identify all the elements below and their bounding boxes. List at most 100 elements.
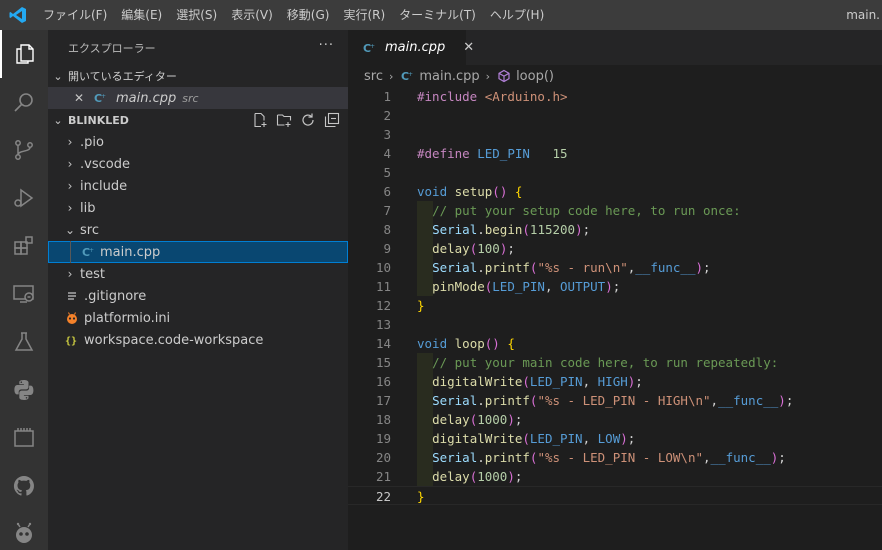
code-text: void loop() { xyxy=(417,336,515,351)
testing-icon[interactable] xyxy=(0,318,48,366)
code-text: delay(1000); xyxy=(432,469,523,484)
breadcrumb-symbol[interactable]: loop() xyxy=(516,69,554,84)
line-number: 2 xyxy=(383,108,391,123)
breadcrumb-file[interactable]: main.cpp xyxy=(419,69,479,84)
breadcrumb-folder[interactable]: src xyxy=(364,69,383,84)
chevron-right-icon: › xyxy=(67,157,73,171)
refresh-icon[interactable] xyxy=(300,112,316,128)
explorer-actions xyxy=(252,112,340,128)
code-text: Serial.begin(115200); xyxy=(432,222,591,237)
line-number: 9 xyxy=(383,241,391,256)
code-line: 20 Serial.printf("%s - LED_PIN - LOW\n",… xyxy=(348,448,882,467)
open-editors-section[interactable]: ⌄ 開いているエディター xyxy=(48,65,348,87)
workspace-section[interactable]: ⌄ BLINKLED xyxy=(48,109,348,131)
extensions-icon[interactable] xyxy=(0,222,48,270)
folder-item[interactable]: › include xyxy=(48,175,348,197)
platformio-icon[interactable] xyxy=(0,510,48,550)
line-number: 6 xyxy=(383,184,391,199)
code-line: 1 #include <Arduino.h> xyxy=(348,87,882,106)
menu-item[interactable]: ヘルプ(H) xyxy=(483,0,551,30)
menu-bar: ファイル(F) 編集(E) 選択(S) 表示(V) 移動(G) 実行(R) ターミナル(T)… xyxy=(36,0,551,30)
more-actions-icon[interactable]: ··· xyxy=(319,38,334,53)
project-icon[interactable] xyxy=(0,414,48,462)
chevron-right-icon: › xyxy=(67,179,73,193)
close-icon[interactable]: ✕ xyxy=(74,91,92,105)
title-bar: ファイル(F) 編集(E) 選択(S) 表示(V) 移動(G) 実行(R) ターミナル(T)… xyxy=(0,0,882,30)
menu-item[interactable]: 表示(V) xyxy=(224,0,280,30)
source-control-icon[interactable] xyxy=(0,126,48,174)
tree-item-label: .gitignore xyxy=(84,288,147,304)
code-line: 8 Serial.begin(115200); xyxy=(348,220,882,239)
menu-item[interactable]: 実行(R) xyxy=(336,0,392,30)
menu-item[interactable]: ターミナル(T) xyxy=(392,0,483,30)
line-number: 21 xyxy=(375,469,391,484)
explorer-sidebar: エクスプローラー ··· ⌄ 開いているエディター ✕ C + main.cpp … xyxy=(48,30,348,550)
editor-tabs: C + main.cpp ✕ xyxy=(348,30,882,65)
svg-text:+: + xyxy=(89,247,94,254)
platformio-file-icon xyxy=(64,310,80,326)
code-line: 18 delay(1000); xyxy=(348,410,882,429)
code-text: } xyxy=(417,489,425,504)
menu-item[interactable]: ファイル(F) xyxy=(36,0,114,30)
line-number: 12 xyxy=(375,298,391,313)
folder-item[interactable]: ⌄ src xyxy=(48,219,348,241)
explorer-header: エクスプローラー ··· xyxy=(48,30,348,65)
svg-text:+: + xyxy=(101,93,106,100)
code-line: 22} xyxy=(348,486,882,505)
code-line: 2 xyxy=(348,106,882,125)
window-title: main. xyxy=(846,8,880,22)
code-text: digitalWrite(LED_PIN, HIGH); xyxy=(432,374,643,389)
svg-text:+: + xyxy=(370,43,375,50)
file-item[interactable]: {} workspace.code-workspace xyxy=(48,329,348,351)
github-icon[interactable] xyxy=(0,462,48,510)
collapse-all-icon[interactable] xyxy=(324,112,340,128)
code-line: 13 xyxy=(348,315,882,334)
tree-item-label: lib xyxy=(80,200,96,216)
code-text: delay(1000); xyxy=(432,412,523,427)
new-file-icon[interactable] xyxy=(252,112,268,128)
menu-item[interactable]: 編集(E) xyxy=(114,0,169,30)
chevron-right-icon: › xyxy=(388,69,394,83)
code-text: Serial.printf("%s - run\n",__func__); xyxy=(432,260,711,275)
tab-label: main.cpp xyxy=(385,40,446,55)
folder-item[interactable]: › .pio xyxy=(48,131,348,153)
chevron-right-icon: › xyxy=(67,135,73,149)
line-number: 17 xyxy=(375,393,391,408)
explorer-title: エクスプローラー xyxy=(68,41,156,55)
file-tree: › .pio › .vscode › include › lib ⌄ src C + main.cpp ›… xyxy=(48,131,348,351)
line-number: 18 xyxy=(375,412,391,427)
line-number: 22 xyxy=(375,489,391,504)
search-icon[interactable] xyxy=(0,78,48,126)
file-item[interactable]: C + main.cpp xyxy=(48,241,348,263)
file-item[interactable]: .gitignore xyxy=(48,285,348,307)
breadcrumb: src › C + main.cpp › loop() xyxy=(348,65,882,87)
menu-item[interactable]: 選択(S) xyxy=(169,0,224,30)
line-number: 19 xyxy=(375,431,391,446)
file-item[interactable]: platformio.ini xyxy=(48,307,348,329)
code-text: } xyxy=(417,298,425,313)
code-text: #define LED_PIN 15 xyxy=(417,146,568,161)
chevron-down-icon: ⌄ xyxy=(53,113,63,127)
cpp-file-icon: C + xyxy=(362,40,376,56)
remote-explorer-icon[interactable] xyxy=(0,270,48,318)
close-tab-icon[interactable]: ✕ xyxy=(463,40,474,55)
line-number: 5 xyxy=(383,165,391,180)
open-editor-item[interactable]: ✕ C + main.cpp src xyxy=(48,87,348,109)
explorer-icon[interactable] xyxy=(0,30,48,78)
line-number: 8 xyxy=(383,222,391,237)
code-line: 9 delay(100); xyxy=(348,239,882,258)
new-folder-icon[interactable] xyxy=(276,112,292,128)
folder-item[interactable]: › lib xyxy=(48,197,348,219)
run-debug-icon[interactable] xyxy=(0,174,48,222)
line-number: 20 xyxy=(375,450,391,465)
code-line: 21 delay(1000); xyxy=(348,467,882,486)
python-icon[interactable] xyxy=(0,366,48,414)
code-text: pinMode(LED_PIN, OUTPUT); xyxy=(432,279,621,294)
menu-item[interactable]: 移動(G) xyxy=(280,0,337,30)
code-editor[interactable]: 1 #include <Arduino.h> 2 3 4 #define LED_PIN … xyxy=(348,87,882,550)
folder-item[interactable]: › test xyxy=(48,263,348,285)
folder-item[interactable]: › .vscode xyxy=(48,153,348,175)
cpp-file-icon: C + xyxy=(399,68,415,84)
code-line: 17 Serial.printf("%s - LED_PIN - HIGH\n"… xyxy=(348,391,882,410)
tab-main-cpp[interactable]: C + main.cpp ✕ xyxy=(348,30,474,65)
